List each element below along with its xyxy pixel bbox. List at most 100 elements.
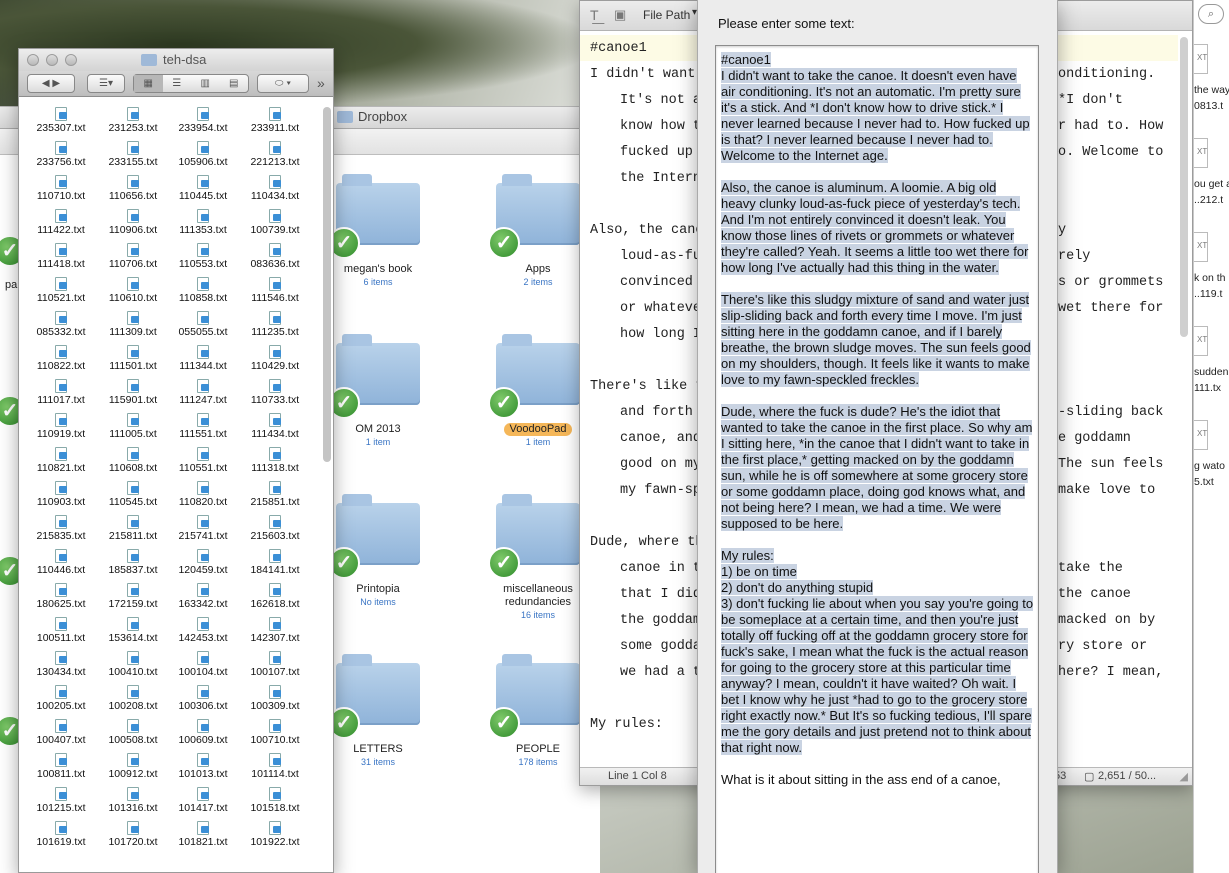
- file-item[interactable]: 110710.txt: [27, 175, 95, 202]
- file-item[interactable]: 110551.txt: [169, 447, 237, 474]
- file-item[interactable]: 233911.txt: [241, 107, 309, 134]
- action-button[interactable]: ⬭ ▾: [257, 74, 309, 93]
- file-item[interactable]: 085332.txt: [27, 311, 95, 338]
- file-item[interactable]: 101417.txt: [169, 787, 237, 814]
- document-icon[interactable]: ▣: [614, 7, 626, 23]
- back-forward-buttons[interactable]: ◀ ▶: [27, 74, 75, 93]
- file-item[interactable]: 111551.txt: [169, 413, 237, 440]
- file-item[interactable]: 163342.txt: [169, 583, 237, 610]
- dropbox-folder[interactable]: ✓ OM 2013 1 item: [318, 334, 438, 448]
- file-item[interactable]: 110820.txt: [169, 481, 237, 508]
- minimize-button[interactable]: [46, 54, 58, 66]
- file-item[interactable]: 153614.txt: [99, 617, 167, 644]
- dialog-text-area[interactable]: #canoe1 I didn't want to take the canoe.…: [715, 45, 1039, 873]
- file-item[interactable]: 110906.txt: [99, 209, 167, 236]
- file-item[interactable]: 100811.txt: [27, 753, 95, 780]
- text-format-icon[interactable]: T͟: [590, 7, 599, 23]
- file-item[interactable]: 111017.txt: [27, 379, 95, 406]
- file-item[interactable]: 100104.txt: [169, 651, 237, 678]
- forward-arrow-icon[interactable]: ▶: [52, 78, 60, 89]
- file-item[interactable]: 184141.txt: [241, 549, 309, 576]
- dropbox-folder[interactable]: ✓ Printopia No items: [318, 494, 438, 608]
- file-item[interactable]: 110553.txt: [169, 243, 237, 270]
- resize-grip-icon[interactable]: ◢: [1180, 770, 1188, 783]
- file-item[interactable]: 100410.txt: [99, 651, 167, 678]
- file-item[interactable]: 215603.txt: [241, 515, 309, 542]
- file-item[interactable]: 101013.txt: [169, 753, 237, 780]
- file-item[interactable]: 142453.txt: [169, 617, 237, 644]
- dropbox-folder[interactable]: ✓ LETTERS 31 items: [318, 654, 438, 768]
- file-item[interactable]: 110706.txt: [99, 243, 167, 270]
- finder-scrollbar[interactable]: [323, 107, 331, 462]
- file-item[interactable]: 221213.txt: [241, 141, 309, 168]
- file-item[interactable]: 101821.txt: [169, 821, 237, 848]
- file-item[interactable]: 233954.txt: [169, 107, 237, 134]
- file-item[interactable]: 110903.txt: [27, 481, 95, 508]
- file-item[interactable]: 055055.txt: [169, 311, 237, 338]
- file-item[interactable]: 110919.txt: [27, 413, 95, 440]
- file-item[interactable]: 111422.txt: [27, 209, 95, 236]
- coverflow-view-icon[interactable]: ▤: [220, 75, 249, 92]
- dropbox-folder[interactable]: ✓ megan's book 6 items: [318, 174, 438, 288]
- file-item[interactable]: 130434.txt: [27, 651, 95, 678]
- file-item[interactable]: 101316.txt: [99, 787, 167, 814]
- file-item[interactable]: 100208.txt: [99, 685, 167, 712]
- file-item[interactable]: 110446.txt: [27, 549, 95, 576]
- close-button[interactable]: [27, 54, 39, 66]
- zoom-button[interactable]: [65, 54, 77, 66]
- file-item[interactable]: 111353.txt: [169, 209, 237, 236]
- file-item[interactable]: 101518.txt: [241, 787, 309, 814]
- file-item[interactable]: 111247.txt: [169, 379, 237, 406]
- file-path-menu[interactable]: File Path: [643, 8, 690, 22]
- file-item[interactable]: 120459.txt: [169, 549, 237, 576]
- view-mode-control[interactable]: ▦ ☰ ▥ ▤: [133, 74, 249, 93]
- file-item[interactable]: 110521.txt: [27, 277, 95, 304]
- file-item[interactable]: 235307.txt: [27, 107, 95, 134]
- file-item[interactable]: 100739.txt: [241, 209, 309, 236]
- file-item[interactable]: 233756.txt: [27, 141, 95, 168]
- file-item[interactable]: 100912.txt: [99, 753, 167, 780]
- file-item[interactable]: 162618.txt: [241, 583, 309, 610]
- file-item[interactable]: 101720.txt: [99, 821, 167, 848]
- list-view-icon[interactable]: ☰: [163, 75, 192, 92]
- file-item[interactable]: 111005.txt: [99, 413, 167, 440]
- file-item[interactable]: 100609.txt: [169, 719, 237, 746]
- file-item[interactable]: 100407.txt: [27, 719, 95, 746]
- file-item[interactable]: 215835.txt: [27, 515, 95, 542]
- file-item[interactable]: 172159.txt: [99, 583, 167, 610]
- file-item[interactable]: 110733.txt: [241, 379, 309, 406]
- file-item[interactable]: 111501.txt: [99, 345, 167, 372]
- file-item[interactable]: 100205.txt: [27, 685, 95, 712]
- file-item[interactable]: 110858.txt: [169, 277, 237, 304]
- file-item[interactable]: 111418.txt: [27, 243, 95, 270]
- file-item[interactable]: 101619.txt: [27, 821, 95, 848]
- back-arrow-icon[interactable]: ◀: [42, 78, 50, 89]
- file-item[interactable]: 111235.txt: [241, 311, 309, 338]
- file-item[interactable]: 110610.txt: [99, 277, 167, 304]
- icon-view-icon[interactable]: ▦: [134, 75, 163, 92]
- file-item[interactable]: 101922.txt: [241, 821, 309, 848]
- file-item[interactable]: 110434.txt: [241, 175, 309, 202]
- file-item[interactable]: 083636.txt: [241, 243, 309, 270]
- file-item[interactable]: 233155.txt: [99, 141, 167, 168]
- file-item[interactable]: 215811.txt: [99, 515, 167, 542]
- file-item[interactable]: 100508.txt: [99, 719, 167, 746]
- column-view-icon[interactable]: ▥: [191, 75, 220, 92]
- file-item[interactable]: 110608.txt: [99, 447, 167, 474]
- file-item[interactable]: 105906.txt: [169, 141, 237, 168]
- file-item[interactable]: 110429.txt: [241, 345, 309, 372]
- file-item[interactable]: 110545.txt: [99, 481, 167, 508]
- finder-title-bar[interactable]: teh-dsa: [19, 49, 333, 71]
- file-item[interactable]: 142307.txt: [241, 617, 309, 644]
- file-item[interactable]: 100710.txt: [241, 719, 309, 746]
- file-item[interactable]: 100107.txt: [241, 651, 309, 678]
- file-item[interactable]: 111546.txt: [241, 277, 309, 304]
- file-item[interactable]: 180625.txt: [27, 583, 95, 610]
- file-item[interactable]: 100309.txt: [241, 685, 309, 712]
- file-item[interactable]: 111309.txt: [99, 311, 167, 338]
- file-item[interactable]: 215851.txt: [241, 481, 309, 508]
- file-item[interactable]: 111434.txt: [241, 413, 309, 440]
- search-icon[interactable]: ⌕: [1198, 4, 1224, 24]
- file-item[interactable]: 111318.txt: [241, 447, 309, 474]
- file-item[interactable]: 110821.txt: [27, 447, 95, 474]
